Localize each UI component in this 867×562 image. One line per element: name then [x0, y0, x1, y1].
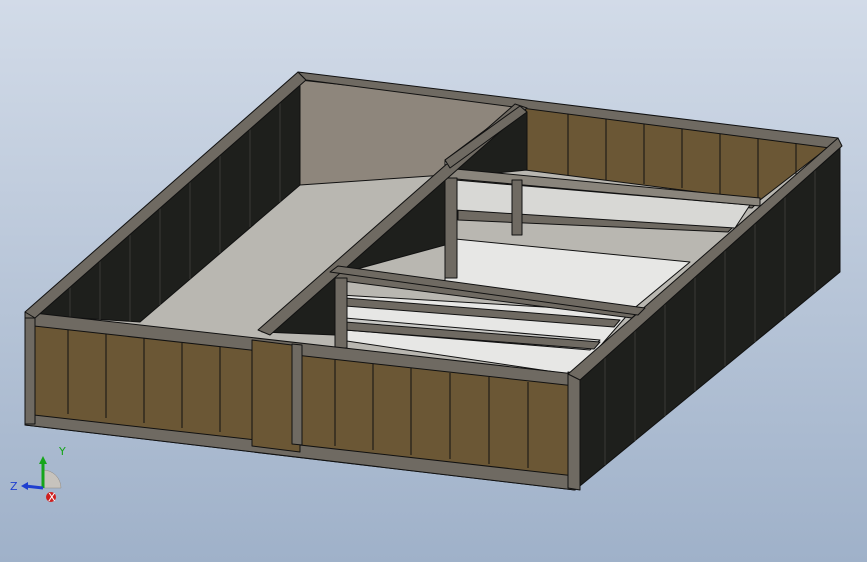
- z-axis-label: Z: [10, 480, 18, 493]
- front-frame-left-post: [24, 317, 36, 425]
- rear-compartment-post-mid: [511, 179, 523, 236]
- model-viewport[interactable]: [0, 0, 867, 562]
- front-frame-right-post: [567, 371, 581, 491]
- front-frame-center-bar: [291, 343, 303, 446]
- triad-base-quadrant: [42, 469, 62, 489]
- z-axis-arrow-icon: [21, 482, 28, 490]
- y-axis-label: Y: [58, 445, 66, 458]
- y-axis-arrow-icon: [39, 456, 47, 464]
- rear-compartment-post-left: [444, 177, 458, 279]
- front-compartment-post: [334, 277, 348, 349]
- orientation-triad: Y Z X: [10, 445, 66, 504]
- x-axis-label: X: [48, 491, 56, 504]
